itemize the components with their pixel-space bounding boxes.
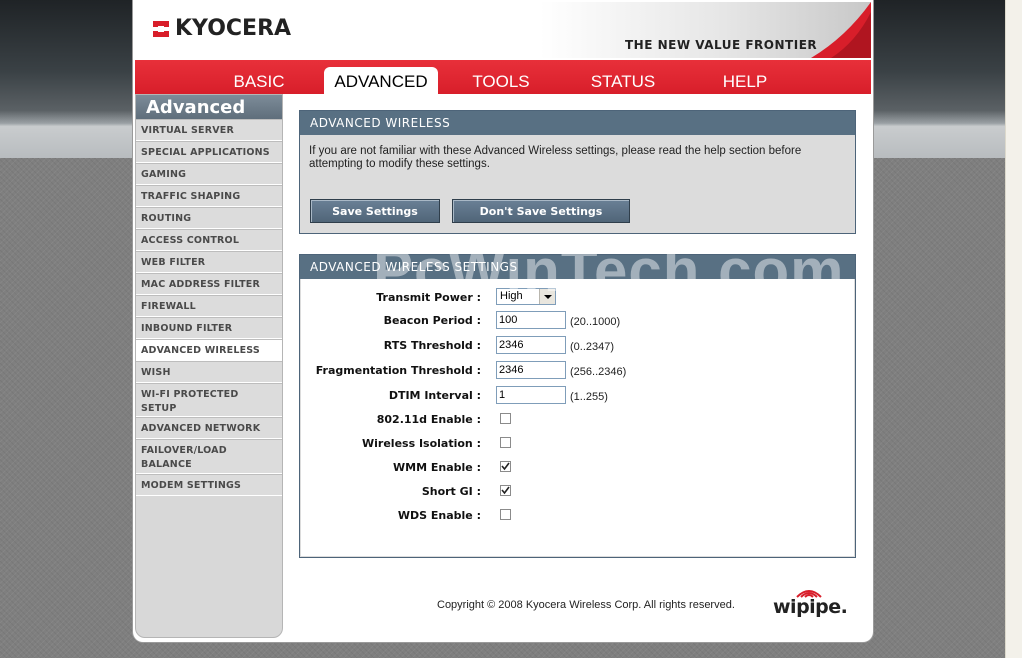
fragmentation-threshold-row: Fragmentation Threshold : 2346 (256..234… xyxy=(301,361,854,381)
sidebar: Advanced VIRTUAL SERVER SPECIAL APPLICAT… xyxy=(135,94,283,638)
sidebar-item-firewall[interactable]: FIREWALL xyxy=(136,295,282,317)
kyocera-mark-icon xyxy=(151,19,171,39)
wireless-isolation-checkbox[interactable] xyxy=(500,437,511,448)
sidebar-item-web-filter[interactable]: WEB FILTER xyxy=(136,251,282,273)
wmm-enable-label: WMM Enable : xyxy=(393,461,481,474)
settings-form: Transmit Power : High Beacon Period : 10… xyxy=(301,279,854,556)
advanced-wireless-panel: ADVANCED WIRELESS If you are not familia… xyxy=(299,110,856,234)
wds-enable-label: WDS Enable : xyxy=(397,509,481,522)
transmit-power-select[interactable]: High xyxy=(496,288,556,305)
tab-tools[interactable]: TOOLS xyxy=(468,67,534,94)
tab-help[interactable]: HELP xyxy=(717,67,773,94)
sidebar-item-inbound-filter[interactable]: INBOUND FILTER xyxy=(136,317,282,339)
sidebar-item-routing[interactable]: ROUTING xyxy=(136,207,282,229)
vertical-scrollbar[interactable] xyxy=(1005,0,1022,658)
beacon-period-range: (20..1000) xyxy=(570,316,621,328)
sidebar-title: Advanced xyxy=(136,95,282,119)
tagline: THE NEW VALUE FRONTIER xyxy=(625,38,818,52)
wipipe-logo: wipipe. xyxy=(773,590,853,622)
advanced-wireless-settings-panel: ADVANCED WIRELESS SETTINGS Transmit Powe… xyxy=(299,254,856,558)
rts-threshold-row: RTS Threshold : 2346 (0..2347) xyxy=(301,336,854,356)
wireless-isolation-row: Wireless Isolation : xyxy=(301,434,854,454)
checkmark-icon xyxy=(501,486,510,495)
tab-status[interactable]: STATUS xyxy=(587,67,659,94)
beacon-period-input[interactable]: 100 xyxy=(496,311,566,329)
tab-advanced[interactable]: ADVANCED xyxy=(324,67,438,94)
checkmark-icon xyxy=(501,462,510,471)
wmm-enable-checkbox[interactable] xyxy=(500,461,511,472)
fragmentation-threshold-input[interactable]: 2346 xyxy=(496,361,566,379)
router-page: KYOCERA THE NEW VALUE FRONTIER BASIC ADV… xyxy=(133,0,873,642)
panel-title: ADVANCED WIRELESS xyxy=(300,111,855,135)
beacon-period-row: Beacon Period : 100 (20..1000) xyxy=(301,311,854,331)
transmit-power-value: High xyxy=(500,290,523,302)
sidebar-item-gaming[interactable]: GAMING xyxy=(136,163,282,185)
sidebar-item-modem-settings[interactable]: MODEM SETTINGS xyxy=(136,474,282,496)
dont-save-settings-button[interactable]: Don't Save Settings xyxy=(452,199,630,223)
fragmentation-threshold-label: Fragmentation Threshold : xyxy=(315,364,481,377)
sidebar-item-special-applications[interactable]: SPECIAL APPLICATIONS xyxy=(136,141,282,163)
transmit-power-row: Transmit Power : High xyxy=(301,288,854,308)
rts-threshold-input[interactable]: 2346 xyxy=(496,336,566,354)
logo-text: KYOCERA xyxy=(175,16,292,41)
80211d-enable-row: 802.11d Enable : xyxy=(301,410,854,430)
sidebar-item-failover-load-balance[interactable]: FAILOVER/LOAD BALANCE xyxy=(136,439,282,474)
wds-enable-row: WDS Enable : xyxy=(301,506,854,526)
settings-panel-title: ADVANCED WIRELESS SETTINGS xyxy=(300,255,855,279)
short-gi-label: Short GI : xyxy=(421,485,481,498)
80211d-enable-checkbox[interactable] xyxy=(500,413,511,424)
sidebar-item-virtual-server[interactable]: VIRTUAL SERVER xyxy=(136,119,282,141)
wmm-enable-row: WMM Enable : xyxy=(301,458,854,478)
save-settings-button[interactable]: Save Settings xyxy=(310,199,440,223)
short-gi-row: Short GI : xyxy=(301,482,854,502)
rts-threshold-label: RTS Threshold : xyxy=(383,339,481,352)
80211d-enable-label: 802.11d Enable : xyxy=(376,413,481,426)
copyright-text: Copyright © 2008 Kyocera Wireless Corp. … xyxy=(437,599,735,611)
sidebar-item-access-control[interactable]: ACCESS CONTROL xyxy=(136,229,282,251)
sidebar-item-wifi-protected-setup[interactable]: WI-FI PROTECTED SETUP xyxy=(136,383,282,417)
tab-basic[interactable]: BASIC xyxy=(227,67,291,94)
dtim-interval-range: (1..255) xyxy=(570,391,608,403)
header-swoosh-icon xyxy=(811,2,871,58)
wireless-isolation-label: Wireless Isolation : xyxy=(362,437,481,450)
rts-threshold-range: (0..2347) xyxy=(570,341,615,353)
sidebar-item-traffic-shaping[interactable]: TRAFFIC SHAPING xyxy=(136,185,282,207)
wds-enable-checkbox[interactable] xyxy=(500,509,511,520)
intro-text: If you are not familiar with these Advan… xyxy=(309,145,802,170)
beacon-period-label: Beacon Period : xyxy=(383,314,481,327)
top-navigation: BASIC ADVANCED TOOLS STATUS HELP xyxy=(135,58,871,94)
sidebar-item-mac-address-filter[interactable]: MAC ADDRESS FILTER xyxy=(136,273,282,295)
fragmentation-threshold-range: (256..2346) xyxy=(570,366,627,378)
dtim-interval-label: DTIM Interval : xyxy=(388,389,481,402)
dtim-interval-row: DTIM Interval : 1 (1..255) xyxy=(301,386,854,406)
short-gi-checkbox[interactable] xyxy=(500,485,511,496)
sidebar-item-wish[interactable]: WISH xyxy=(136,361,282,383)
chevron-down-icon[interactable] xyxy=(539,289,555,304)
dtim-interval-input[interactable]: 1 xyxy=(496,386,566,404)
sidebar-item-advanced-network[interactable]: ADVANCED NETWORK xyxy=(136,417,282,439)
sidebar-item-advanced-wireless[interactable]: ADVANCED WIRELESS xyxy=(136,339,282,361)
transmit-power-label: Transmit Power : xyxy=(376,291,481,304)
brand-text: wipipe. xyxy=(773,596,848,618)
header-banner: KYOCERA THE NEW VALUE FRONTIER xyxy=(135,2,871,58)
kyocera-logo: KYOCERA xyxy=(151,16,291,41)
